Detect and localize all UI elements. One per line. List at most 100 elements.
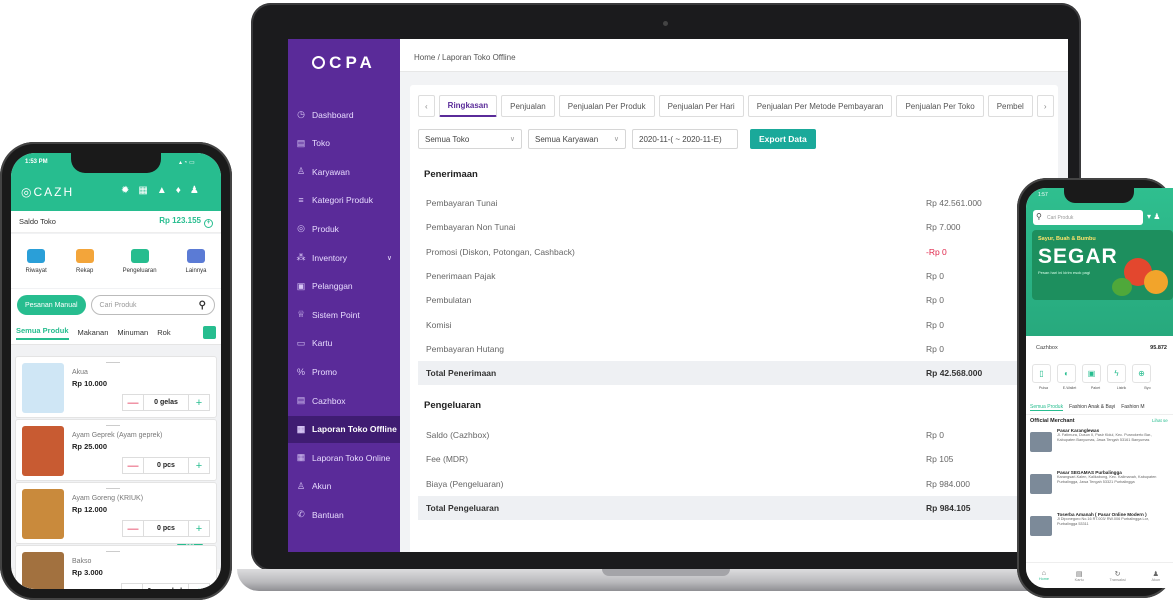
sidebar-item-karyawan[interactable]: ♙ Karyawan [288, 158, 400, 185]
tab-next-arrow[interactable]: › [1036, 95, 1054, 117]
store-select-value: Semua Toko [425, 134, 470, 144]
grid-view-icon[interactable] [203, 326, 216, 339]
merchant-item[interactable]: Pasar SEGAMAS Purbalingga Karangsari-Kale… [1030, 470, 1173, 506]
bpjs-icon[interactable]: ⊕ [1132, 364, 1151, 383]
store-select[interactable]: Semua Toko ∨ [418, 129, 522, 149]
employee-select[interactable]: Semua Karyawan ∨ [528, 129, 626, 149]
nav-kartu[interactable]: ▤ Kartu [1075, 570, 1084, 582]
cazhbox-balance[interactable]: Cazhbox 95.872 [1032, 338, 1173, 358]
user-icon[interactable]: ♟ [190, 185, 199, 196]
merchant-text: Pasar SEGAMAS Purbalingga Karangsari-Kale… [1057, 470, 1169, 506]
quantity-stepper: —0 mangkok+ [121, 583, 210, 589]
bell-icon[interactable]: ♦ [176, 185, 181, 196]
quick-action-label: Lainnya [185, 267, 207, 274]
tab-penjualan-per-metode-pembayaran[interactable]: Penjualan Per Metode Pembayaran [747, 95, 893, 117]
sidebar-item-cazhbox[interactable]: ▤ Cazhbox [288, 387, 400, 414]
tab-pembel[interactable]: Pembel [987, 95, 1033, 117]
breadcrumb[interactable]: Home / Laporan Toko Offline [400, 39, 1068, 72]
saldo-value: Rp 123.155 [159, 215, 201, 225]
sidebar-item-inventory[interactable]: ⁂ Inventory ∨ [288, 244, 400, 271]
sidebar-item-kartu[interactable]: ▭ Kartu [288, 330, 400, 357]
row-label: Pembayaran Tunai [426, 198, 498, 208]
category-tab[interactable]: Semua Produk [1030, 404, 1064, 411]
merchant-item[interactable]: Pasar Karanglewas Jl. Fatimura, Dusun II,… [1030, 428, 1173, 464]
sidebar-item-label: Bantuan [312, 509, 344, 520]
product-card[interactable]: Ayam Geprek (Ayam geprek) Rp 25.000 —0 pcs… [15, 419, 217, 481]
date-range-picker[interactable]: 2020-11-( ~ 2020-11-E) [632, 129, 738, 149]
sidebar-item-promo[interactable]: % Promo [288, 358, 400, 385]
tab-prev-arrow[interactable]: ‹ [418, 95, 435, 117]
ewallet-icon[interactable]: ◐ [1057, 364, 1076, 383]
plus-circle-icon[interactable]: + [204, 218, 213, 228]
tab-penjualan[interactable]: Penjualan [501, 95, 555, 117]
decrease-button[interactable]: — [122, 520, 144, 537]
product-search-input[interactable]: ⚲ Cari Produk [1033, 210, 1143, 225]
user-icon[interactable]: ♟ [1153, 212, 1160, 221]
tab-penjualan-per-toko[interactable]: Penjualan Per Toko [896, 95, 984, 117]
tab-penjualan-per-produk[interactable]: Penjualan Per Produk [558, 95, 655, 117]
quick-action-lainnya[interactable]: Lainnya [185, 248, 207, 274]
users-icon: ♙ [296, 166, 306, 177]
sidebar-item-toko[interactable]: ▤ Toko [288, 130, 400, 157]
decrease-button[interactable]: — [122, 394, 144, 411]
status-time: 1:53 PM [25, 159, 48, 165]
pulsa-icon[interactable]: ▯ [1032, 364, 1051, 383]
merchant-item[interactable]: Toserba Amanah ( Pasar Online Modern ) Jl… [1030, 512, 1173, 548]
promo-banner[interactable]: Sayur, Buah & Bumbu SEGAR Pesan hari ini… [1032, 230, 1173, 300]
category-tab[interactable]: Fashion Anak & Bayi [1069, 404, 1115, 410]
export-data-button[interactable]: Export Data [750, 129, 816, 149]
product-card[interactable]: Akua Rp 10.000 —0 gelas + [15, 356, 217, 418]
product-name: Ayam Geprek (Ayam geprek) [72, 432, 163, 439]
sidebar-item-kategori-produk[interactable]: ≡ Kategori Produk [288, 187, 400, 214]
product-card[interactable]: Bakso Rp 3.000 —0 mangkok+ [15, 545, 217, 589]
decrease-button[interactable]: — [122, 457, 144, 474]
header-icons: ▾ ♟ [1147, 212, 1160, 221]
balance-label: Cazhbox [1036, 345, 1058, 351]
sidebar-item-label: Laporan Toko Offline [312, 424, 397, 435]
saldo-row[interactable]: Saldo Toko Rp 123.155 + [11, 211, 221, 233]
quick-action-pengeluaran[interactable]: Pengeluaran [123, 248, 157, 274]
tab-penjualan-per-hari[interactable]: Penjualan Per Hari [658, 95, 744, 117]
category-tab[interactable]: Fashion M [1121, 404, 1144, 410]
category-tab-minuman[interactable]: Minuman [117, 328, 148, 337]
sidebar-item-dashboard[interactable]: ◷ Dashboard [288, 101, 400, 128]
product-search-input[interactable]: Cari Produk ⚲ [90, 295, 215, 315]
nav-home[interactable]: ⌂ Home [1039, 570, 1049, 581]
increase-button[interactable]: + [188, 457, 210, 474]
tab-ringkasan[interactable]: Ringkasan [438, 95, 498, 117]
qr-icon[interactable]: ▦ [138, 185, 147, 196]
manual-order-button[interactable]: Pesanan Manual [17, 295, 86, 315]
decrease-button[interactable]: — [121, 583, 144, 589]
see-all-link[interactable]: Lihat se [1152, 418, 1168, 423]
sidebar-item-akun[interactable]: ♙ Akun [288, 473, 400, 500]
sidebar-item-produk[interactable]: ◎ Produk [288, 215, 400, 242]
increase-button[interactable]: + [188, 583, 210, 589]
quick-action-riwayat[interactable]: Riwayat [25, 248, 47, 274]
gear-icon[interactable]: ✹ [121, 185, 129, 196]
nav-transaksi[interactable]: ↻ Transaksi [1109, 570, 1125, 582]
product-card[interactable]: Ayam Goreng (KRIUK) Rp 12.000 —0 pcs + [15, 482, 217, 544]
quick-action-rekap[interactable]: Rekap [75, 248, 94, 274]
total-value: Rp 42.568.000 [926, 368, 983, 379]
package-icon[interactable]: ▣ [1082, 364, 1101, 383]
product-price: Rp 3.000 [72, 568, 103, 577]
nav-label: Transaksi [1109, 577, 1126, 582]
increase-button[interactable]: + [188, 520, 210, 537]
product-price: Rp 25.000 [72, 442, 108, 451]
increase-button[interactable]: + [188, 394, 210, 411]
sidebar-item-laporan-toko-online[interactable]: ▦ Laporan Toko Online [288, 444, 400, 471]
sidebar-item-sistem-point[interactable]: ♕ Sistem Point [288, 301, 400, 328]
filter-icon[interactable]: ▾ [1147, 212, 1151, 221]
sidebar-item-laporan-toko-offline[interactable]: ▦ Laporan Toko Offline [288, 415, 400, 443]
category-tab-makanan[interactable]: Makanan [78, 328, 109, 337]
electricity-icon[interactable]: ϟ [1107, 364, 1126, 383]
sidebar-item-bantuan[interactable]: ✆ Bantuan [288, 501, 400, 528]
service-label: Pulsa [1039, 386, 1048, 390]
category-tab-semua-produk[interactable]: Semua Produk [16, 326, 69, 340]
nav-akun[interactable]: ♟ Akun [1151, 570, 1160, 582]
table-row: Komisi Rp 0 [418, 313, 1050, 337]
category-tab-rok[interactable]: Rok [157, 328, 170, 337]
bag-icon[interactable]: ▲ [157, 185, 167, 196]
merchant-text: Pasar Karanglewas Jl. Fatimura, Dusun II,… [1057, 428, 1169, 464]
sidebar-item-pelanggan[interactable]: ▣ Pelanggan [288, 273, 400, 300]
